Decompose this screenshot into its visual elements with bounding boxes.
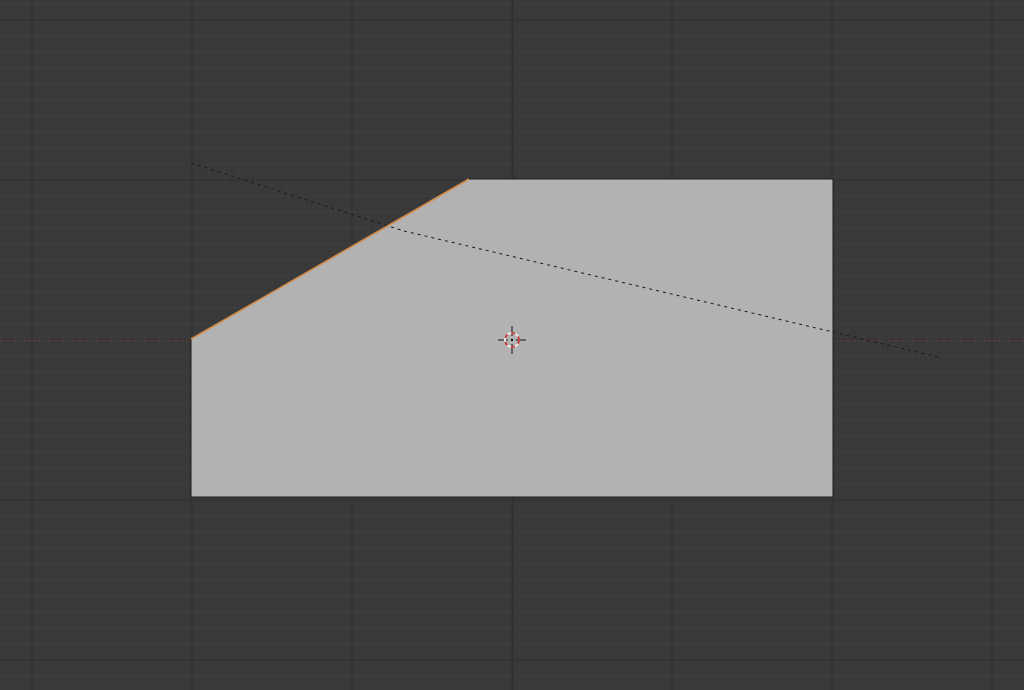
viewport-interaction-surface[interactable] — [0, 0, 1024, 690]
viewport-3d — [0, 0, 1024, 690]
